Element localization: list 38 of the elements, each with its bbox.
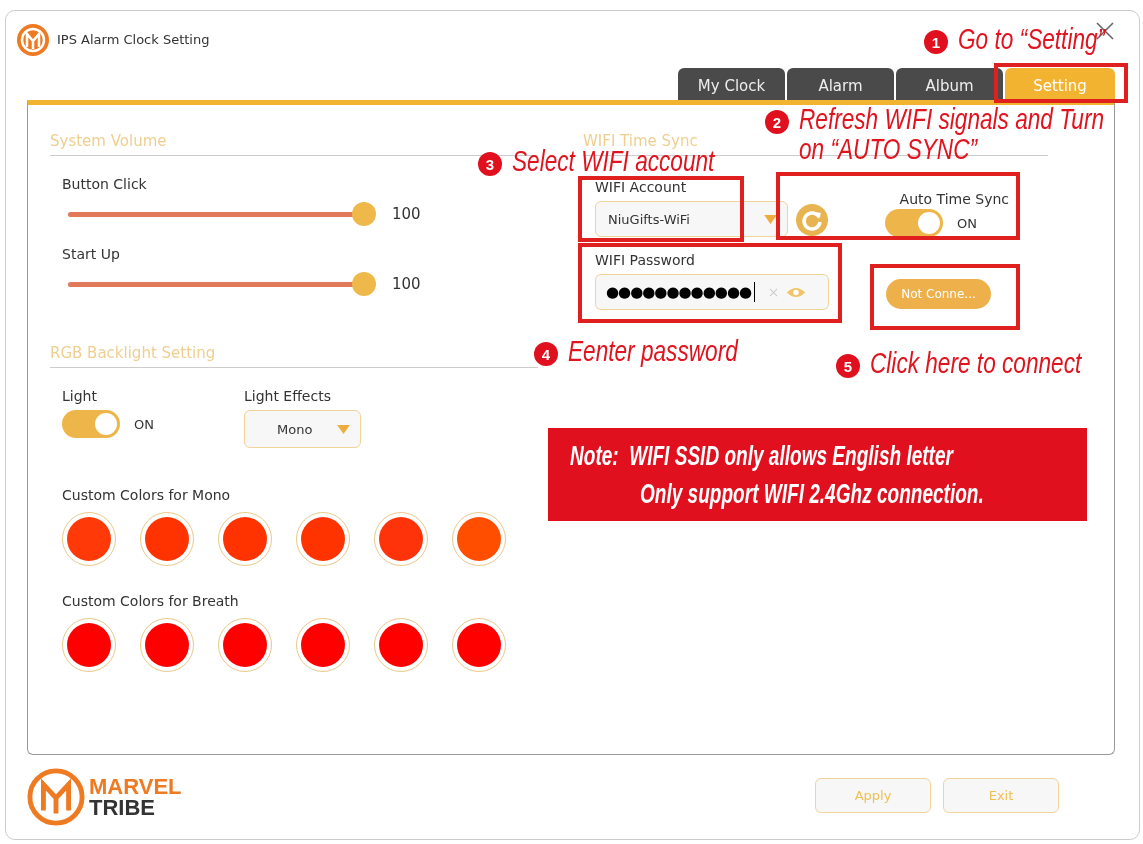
tab[interactable]: My Clock [678,68,785,100]
tab[interactable]: Alarm [787,68,894,100]
section-title: RGB Backlight Setting [50,296,538,368]
auto-sync-toggle[interactable] [885,209,943,237]
caret-icon [764,214,777,224]
caret-icon [336,424,350,434]
auto-sync-label: Auto Time Sync [899,191,1009,207]
light-effects-dropdown[interactable]: Mono [243,410,361,448]
tab[interactable]: Album [896,68,1003,100]
logo-icon [16,22,50,57]
annotation-text: on “AUTO SYNC” [799,134,978,164]
toggle-state: ON [957,215,977,231]
note-text: Note: WIFI SSID only allows English letter [570,438,953,473]
light-label: Light [62,388,98,404]
slider-label: Start Up [62,246,121,262]
slider-thumb[interactable] [352,272,376,296]
slider-value: 100 [392,205,421,223]
refresh-icon[interactable] [795,203,829,237]
annotation-text: Eenter password [568,336,738,366]
wifi-account-label: WIFI Account [595,179,688,195]
slider-value: 100 [392,275,421,293]
wifi-account-dropdown[interactable]: NiuGifts-WiFi [595,201,788,237]
annotation-text: Refresh WIFI signals and Turn [799,104,1105,134]
annotation-text: Go to “Setting” [958,24,1106,54]
toggle-state: ON [134,416,154,432]
brand-name: MARVEL [89,776,182,797]
brand-logo-icon [27,768,85,826]
palette-label: Custom Colors for Mono [62,487,232,503]
window-title: IPS Alarm Clock Setting [57,32,210,47]
slider-thumb[interactable] [352,202,376,226]
palette-label: Custom Colors for Breath [62,593,240,609]
light-effects-label: Light Effects [243,388,332,404]
wifi-password-label: WIFI Password [595,252,696,268]
brand-name: TRIBE [89,797,156,818]
annotation-text: Click here to connect [870,348,1082,378]
light-toggle[interactable] [62,410,120,438]
note-text: Only support WIFI 2.4Ghz connection. [640,476,984,511]
slider-label: Button Click [62,176,148,192]
